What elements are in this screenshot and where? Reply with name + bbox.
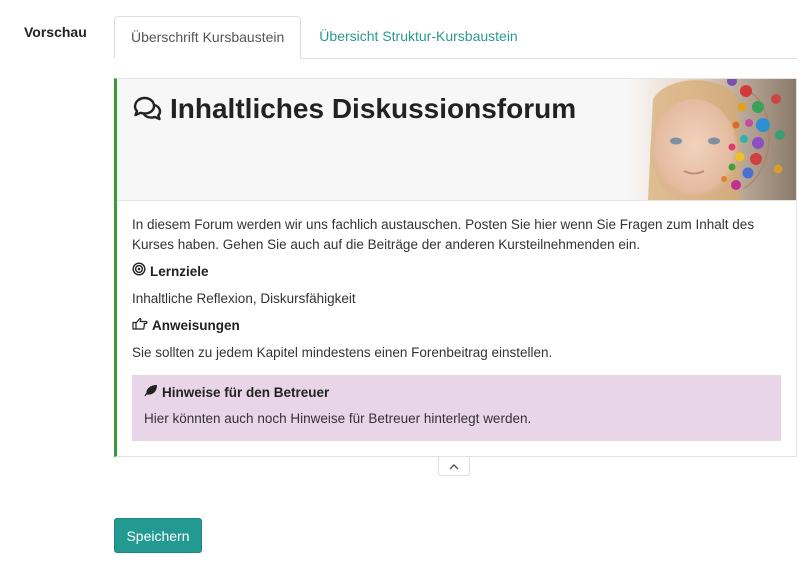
intro-text: In diesem Forum werden wir uns fachlich … [132,217,755,252]
tab-course-element-heading[interactable]: Überschrift Kursbaustein [114,16,302,59]
header-teaser-image [628,79,796,200]
page-title: Inhaltliches Diskussionsforum [132,93,576,125]
coach-hint-text: Hier könnten auch noch Hinweise für Betr… [144,411,532,426]
leaf-icon [144,383,158,403]
instructions-heading-text: Anweisungen [152,318,240,333]
chevron-up-icon [449,457,459,475]
tab-structure-overview[interactable]: Übersicht Struktur-Kursbaustein [303,16,533,56]
instructions-heading: Anweisungen [132,316,781,336]
panel-body: In diesem Forum werden wir uns fachlich … [117,201,796,441]
preview-tabs: Überschrift Kursbaustein Übersicht Struk… [114,16,797,59]
save-button[interactable]: Speichern [114,518,202,553]
preview-form: Vorschau Überschrift Kursbaustein Übersi… [0,0,807,569]
panel-header: Inhaltliches Diskussionsforum [117,79,796,201]
instructions-text: Sie sollten zu jedem Kapitel mindestens … [132,345,553,360]
tab-label: Übersicht Struktur-Kursbaustein [319,28,518,44]
preview-panel: Inhaltliches Diskussionsforum In diesem … [114,78,797,457]
preview-label: Vorschau [24,24,87,40]
panel-title-text: Inhaltliches Diskussionsforum [170,93,577,124]
collapse-preview-button[interactable] [438,457,470,476]
objectives-heading-text: Lernziele [150,264,209,279]
tab-label: Überschrift Kursbaustein [131,29,285,45]
comments-icon [132,96,162,122]
coach-hint-heading: Hinweise für den Betreuer [144,383,769,403]
coach-hint-heading-text: Hinweise für den Betreuer [162,385,330,400]
coach-hint-box: Hinweise für den Betreuer Hier könnten a… [132,375,781,441]
target-icon [132,262,146,282]
objectives-text: Inhaltliche Reflexion, Diskursfähigkeit [132,291,356,306]
hand-point-right-icon [132,316,148,336]
objectives-heading: Lernziele [132,262,781,282]
